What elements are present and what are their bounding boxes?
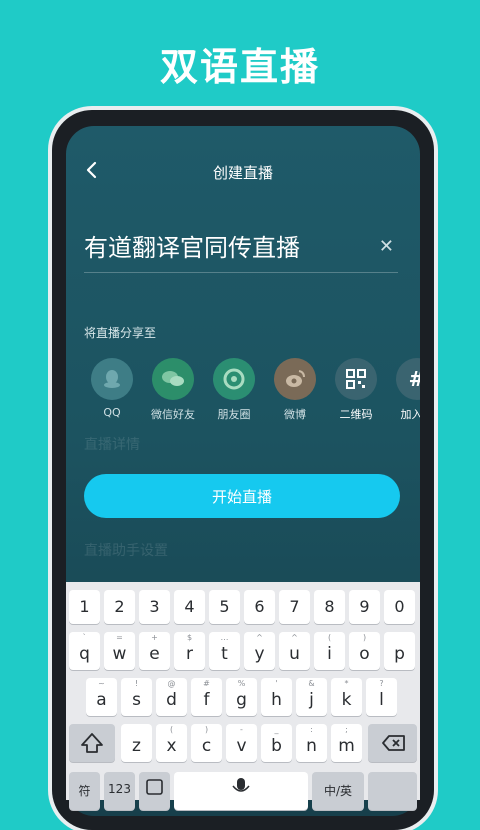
key[interactable]: ) c: [191, 724, 222, 762]
share-item-weibo[interactable]: 微博: [265, 358, 325, 422]
key[interactable]: % g: [226, 678, 257, 716]
key[interactable]: (i: [314, 632, 345, 670]
moments-icon: [213, 358, 255, 400]
mic-icon: [232, 778, 250, 792]
share-item-label: 加入码: [400, 408, 421, 421]
live-title-value: 有道翻译官同传直播: [84, 234, 300, 262]
share-item-qrcode[interactable]: 二维码: [326, 358, 386, 422]
key[interactable]: = w: [104, 632, 135, 670]
share-item-join-code[interactable]: # 加入码: [387, 358, 420, 422]
close-icon[interactable]: ✕: [379, 236, 394, 257]
key[interactable]: ` q: [69, 632, 100, 670]
key[interactable]: 2: [104, 590, 135, 624]
start-live-button[interactable]: 开始直播: [84, 474, 400, 518]
key[interactable]: … t: [209, 632, 240, 670]
share-row: QQ 微信好友 朋友圈 微博 二维码 # 加: [82, 358, 420, 428]
language-switch-key[interactable]: 中/英: [312, 772, 364, 810]
hash-icon: #: [396, 358, 420, 400]
key[interactable]: 1: [69, 590, 100, 624]
faint-text: 直播助手设置: [84, 543, 168, 559]
key[interactable]: ! s: [121, 678, 152, 716]
symbol-key[interactable]: 符: [69, 772, 100, 810]
key[interactable]: # f: [191, 678, 222, 716]
space-key[interactable]: [174, 772, 308, 810]
share-item-label: 微信好友: [151, 408, 195, 421]
backspace-icon[interactable]: [368, 724, 417, 762]
number-key[interactable]: 123: [104, 772, 135, 810]
key[interactable]: 8: [314, 590, 345, 624]
key[interactable]: ? l: [366, 678, 397, 716]
key[interactable]: :n: [296, 724, 327, 762]
key[interactable]: ^ u: [279, 632, 310, 670]
keyboard-row-qwerty: ` q = w + e $ r … t ^ y ^ u (i ) o p: [66, 632, 420, 670]
key[interactable]: z: [121, 724, 152, 762]
key[interactable]: 9: [349, 590, 380, 624]
share-label: 将直播分享至: [84, 326, 157, 340]
share-item-qq[interactable]: QQ: [82, 358, 142, 419]
key[interactable]: + e: [139, 632, 170, 670]
share-item-moments[interactable]: 朋友圈: [204, 358, 264, 422]
key[interactable]: ) o: [349, 632, 380, 670]
key[interactable]: @ d: [156, 678, 187, 716]
key[interactable]: 6: [244, 590, 275, 624]
key[interactable]: p: [384, 632, 415, 670]
key[interactable]: ^ y: [244, 632, 275, 670]
promo-title: 双语直播: [159, 45, 320, 89]
enter-key[interactable]: [368, 772, 417, 810]
page-title: 创建直播: [212, 164, 273, 182]
key[interactable]: * k: [331, 678, 362, 716]
share-item-label: 微博: [284, 408, 306, 421]
live-title-input[interactable]: 有道翻译官同传直播 ✕: [84, 228, 398, 273]
key[interactable]: $ r: [174, 632, 205, 670]
keyboard-row-bottom: 符 123 中/英: [66, 772, 420, 810]
key[interactable]: ; m: [331, 724, 362, 762]
emoji-key[interactable]: [139, 772, 170, 810]
key[interactable]: ' h: [261, 678, 292, 716]
share-item-wechat[interactable]: 微信好友: [143, 358, 203, 422]
share-item-label: 朋友圈: [217, 408, 251, 421]
key[interactable]: ~ a: [86, 678, 117, 716]
key[interactable]: 0: [384, 590, 415, 624]
weibo-icon: [274, 358, 316, 400]
key[interactable]: 4: [174, 590, 205, 624]
soft-keyboard: 1 2 3 4 5 6 7 8 9 0 ` q = w + e $ r … t ^ y ^ u…: [66, 582, 420, 810]
faint-text: 直播详情: [84, 437, 140, 453]
keyboard-row-asdf: ~ a ! s @ d # f % g ' h & j * k ? l: [66, 678, 420, 716]
shift-icon[interactable]: [69, 724, 115, 762]
qrcode-icon: [335, 358, 377, 400]
wechat-icon: [152, 358, 194, 400]
key[interactable]: & j: [296, 678, 327, 716]
key[interactable]: 7: [279, 590, 310, 624]
key[interactable]: 5: [209, 590, 240, 624]
keyboard-row-zxcv: z (x ) c -v _ b :n ; m: [66, 724, 420, 762]
share-item-label: QQ: [103, 406, 121, 419]
key[interactable]: (x: [156, 724, 187, 762]
key[interactable]: 3: [139, 590, 170, 624]
keyboard-row-numbers: 1 2 3 4 5 6 7 8 9 0: [66, 590, 420, 624]
qq-icon: [91, 358, 133, 400]
top-bar: 创建直播: [66, 156, 420, 186]
key[interactable]: _ b: [261, 724, 292, 762]
key[interactable]: -v: [226, 724, 257, 762]
share-item-label: 二维码: [339, 408, 373, 421]
